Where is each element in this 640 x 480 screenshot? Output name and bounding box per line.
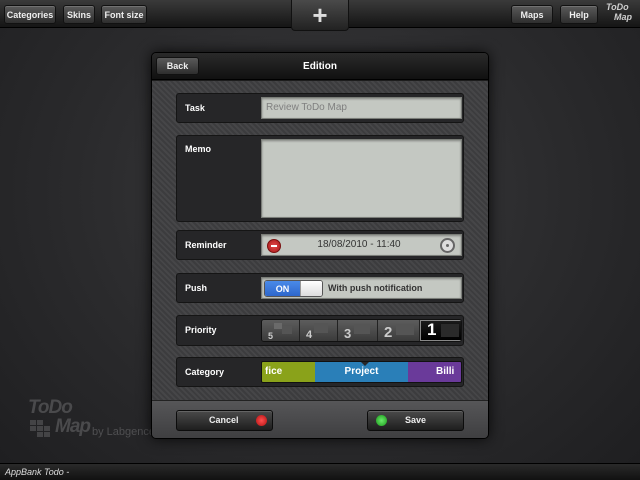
add-task-button[interactable]: + xyxy=(291,0,349,31)
maps-button[interactable]: Maps xyxy=(511,5,553,24)
dialog-header: Edition Back xyxy=(152,53,488,80)
top-toolbar: Categories Skins Font size + Maps Help T… xyxy=(0,0,640,31)
category-label: Category xyxy=(185,367,225,377)
cancel-label: Cancel xyxy=(209,415,239,425)
green-dot-icon xyxy=(376,415,387,426)
push-field: ON With push notification xyxy=(261,277,462,299)
status-text: AppBank Todo - xyxy=(5,467,70,477)
status-bar: AppBank Todo - xyxy=(0,463,640,480)
category-selector: fice Project Billi xyxy=(261,361,462,383)
reminder-label: Reminder xyxy=(185,240,227,250)
reminder-datetime: 18/08/2010 - 11:40 xyxy=(317,239,401,250)
edition-dialog: Edition Back Task Review ToDo Map Memo R… xyxy=(151,52,489,439)
save-label: Save xyxy=(405,415,427,425)
priority-option-5[interactable]: 5 xyxy=(262,320,300,341)
priority-option-3[interactable]: 3 xyxy=(338,320,378,341)
reminder-field[interactable]: 18/08/2010 - 11:40 xyxy=(261,234,462,256)
priority-selector: 5 4 3 2 1 xyxy=(261,319,462,342)
reminder-row: Reminder 18/08/2010 - 11:40 xyxy=(176,230,464,260)
dialog-title: Edition xyxy=(303,61,337,72)
watermark-grid-icon xyxy=(30,420,52,440)
task-label: Task xyxy=(185,103,205,113)
skins-button[interactable]: Skins xyxy=(63,5,95,24)
selection-pointer-icon xyxy=(360,362,370,366)
task-row: Task Review ToDo Map xyxy=(176,93,464,123)
watermark-map: Map xyxy=(55,416,91,437)
cancel-button[interactable]: Cancel xyxy=(176,410,273,431)
dialog-body: Task Review ToDo Map Memo Reminder 18/08… xyxy=(152,81,488,400)
font-size-button[interactable]: Font size xyxy=(101,5,147,24)
priority-row: Priority 5 4 3 2 1 xyxy=(176,315,464,346)
watermark-logo: ToDo Map by Labgence xyxy=(28,398,158,444)
app-logo: ToDo Map xyxy=(606,2,634,26)
back-button[interactable]: Back xyxy=(156,57,199,75)
push-description: With push notification xyxy=(328,283,423,293)
logo-line1: ToDo xyxy=(606,2,629,12)
remove-reminder-icon[interactable] xyxy=(267,239,281,253)
category-option-office[interactable]: fice xyxy=(262,362,315,382)
priority-option-4[interactable]: 4 xyxy=(300,320,338,341)
priority-label: Priority xyxy=(185,325,217,335)
priority-option-2[interactable]: 2 xyxy=(378,320,420,341)
toggle-on-label: ON xyxy=(265,281,300,296)
category-row: Category fice Project Billi xyxy=(176,357,464,387)
push-label: Push xyxy=(185,283,208,293)
save-button[interactable]: Save xyxy=(367,410,464,431)
priority-option-1[interactable]: 1 xyxy=(420,320,461,341)
watermark-by: by Labgence xyxy=(92,426,155,438)
memo-row: Memo xyxy=(176,135,464,222)
help-button[interactable]: Help xyxy=(560,5,598,24)
push-row: Push ON With push notification xyxy=(176,273,464,303)
red-dot-icon xyxy=(256,415,267,426)
categories-button[interactable]: Categories xyxy=(4,5,56,24)
logo-line2: Map xyxy=(614,12,632,22)
memo-textarea[interactable] xyxy=(261,139,462,218)
alarm-clock-icon[interactable] xyxy=(440,238,455,253)
toggle-knob xyxy=(300,281,322,296)
task-input[interactable]: Review ToDo Map xyxy=(261,97,462,119)
push-toggle[interactable]: ON xyxy=(264,280,323,297)
watermark-todo: ToDo xyxy=(28,397,73,418)
category-option-billing[interactable]: Billi xyxy=(408,362,461,382)
dialog-footer: Cancel Save xyxy=(152,400,488,438)
plus-icon: + xyxy=(312,0,328,30)
memo-label: Memo xyxy=(185,144,212,154)
